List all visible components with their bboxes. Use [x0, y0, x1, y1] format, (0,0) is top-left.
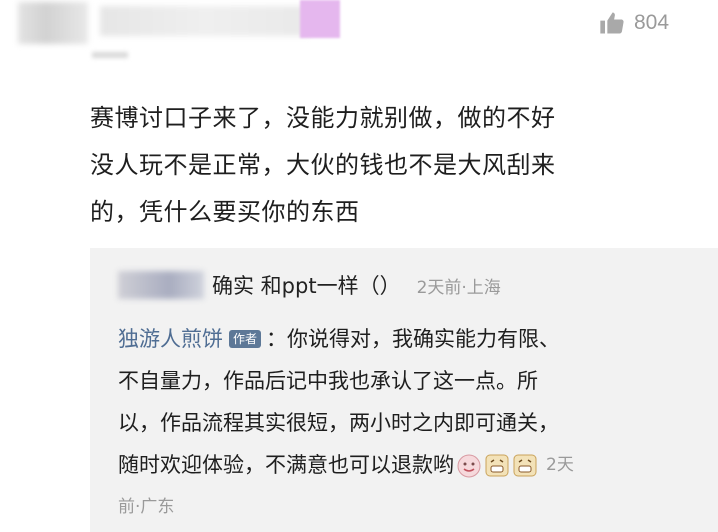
- blurred-badge: [300, 0, 340, 38]
- blurred-username: [100, 6, 310, 36]
- reply-text: 确实 和ppt一样（）: [212, 274, 401, 298]
- author-name-link[interactable]: 独游人煎饼: [118, 318, 223, 360]
- comment-line: 没人玩不是正常，大伙的钱也不是大风刮来: [90, 151, 556, 179]
- comment-line: 赛博讨口子来了，没能力就别做，做的不好: [90, 104, 556, 132]
- thumbs-up-icon: [600, 12, 624, 34]
- reply-line: ：你说得对，我确实能力有限、: [266, 327, 561, 351]
- reply-line: 随时欢迎体验，不满意也可以退款哟: [118, 453, 454, 477]
- like-count: 804: [634, 11, 670, 34]
- comment-header: 804: [0, 0, 718, 60]
- author-badge: 作者: [229, 330, 262, 348]
- reply-meta-continued: 前·广东: [118, 497, 175, 517]
- grin-face-icon: [485, 454, 509, 477]
- like-button[interactable]: 804: [598, 8, 669, 38]
- reply-line: 以，作品流程其实很短，两小时之内即可通关，: [118, 411, 559, 435]
- comment-body: 赛博讨口子来了，没能力就别做，做的不好 没人玩不是正常，大伙的钱也不是大风刮来 …: [90, 95, 670, 236]
- reply-item-author: 独游人煎饼 作者 ：你说得对，我确实能力有限、 不自量力，作品后记中我也承认了这…: [118, 318, 698, 528]
- blurred-reply-username: [118, 271, 204, 299]
- blurred-meta: [92, 52, 128, 58]
- reply-meta: 2天: [546, 455, 574, 475]
- comment-line: 的，凭什么要买你的东西: [90, 198, 360, 226]
- reply-item: 确实 和ppt一样（） 2天前·上海: [118, 268, 501, 302]
- happy-face-icon: [457, 454, 481, 478]
- reply-line: 不自量力，作品后记中我也承认了这一点。所: [118, 369, 538, 393]
- reply-meta: 2天前·上海: [416, 277, 501, 298]
- grin-face-icon: [513, 454, 537, 477]
- blurred-avatar: [18, 2, 88, 44]
- reply-thread: 确实 和ppt一样（） 2天前·上海 独游人煎饼 作者 ：你说得对，我确实能力有…: [90, 248, 718, 532]
